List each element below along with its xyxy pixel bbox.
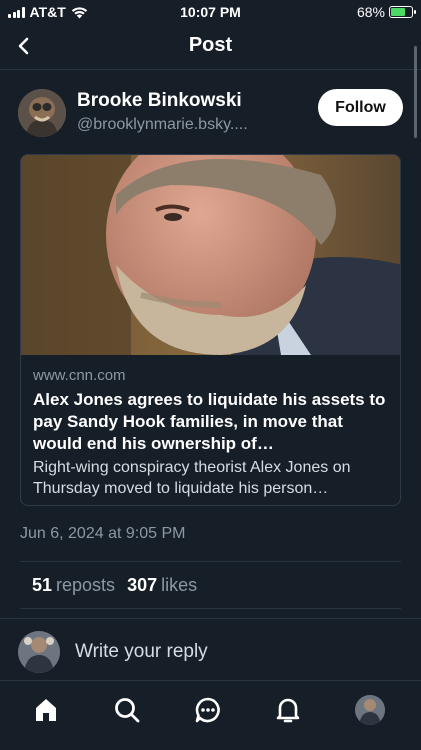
scrollbar[interactable] [414,46,417,138]
status-bar: AT&T 10:07 PM 68% [0,0,421,24]
status-right: 68% [356,4,416,20]
author-avatar[interactable] [18,89,66,137]
tab-bar [0,682,421,750]
follow-button[interactable]: Follow [318,89,403,126]
reply-input[interactable]: Write your reply [75,641,208,663]
likes-count: 307 [127,575,158,595]
home-icon [36,699,56,721]
author-handle[interactable]: @brooklynmarie.bsky.... [77,116,248,134]
page-title: Post [188,34,233,56]
link-card-domain: www.cnn.com [33,367,126,384]
my-avatar [18,631,60,673]
header: Post [0,24,421,70]
tab-chat[interactable] [190,692,226,728]
link-card[interactable]: www.cnn.com Alex Jones agrees to liquida… [20,154,401,506]
divider [20,561,401,562]
reposts-count: 51 [32,575,53,595]
divider [20,608,401,609]
post-timestamp: Jun 6, 2024 at 9:05 PM [20,525,186,542]
search-icon [115,698,140,723]
likes-stat[interactable]: 307 likes [127,575,197,596]
tab-notifications[interactable] [270,692,306,728]
tab-profile[interactable] [352,692,388,728]
tab-home[interactable] [28,692,64,728]
author-name[interactable]: Brooke Binkowski [77,90,242,112]
battery-percent: 68% [356,4,385,20]
reply-composer[interactable]: Write your reply [0,618,421,681]
link-card-title[interactable]: Alex Jones agrees to liquidate his asset… [33,389,393,455]
chat-icon [195,697,220,723]
link-card-image[interactable] [21,155,400,355]
post-stats: 51 reposts 307 likes [32,575,197,596]
battery-icon [389,6,416,18]
likes-label: likes [161,575,198,595]
bell-icon [276,698,300,723]
tab-search[interactable] [109,692,145,728]
link-card-description: Right-wing conspiracy theorist Alex Jone… [33,459,351,497]
reposts-label: reposts [56,575,116,595]
reposts-stat[interactable]: 51 reposts [32,575,115,596]
profile-avatar [355,695,385,725]
